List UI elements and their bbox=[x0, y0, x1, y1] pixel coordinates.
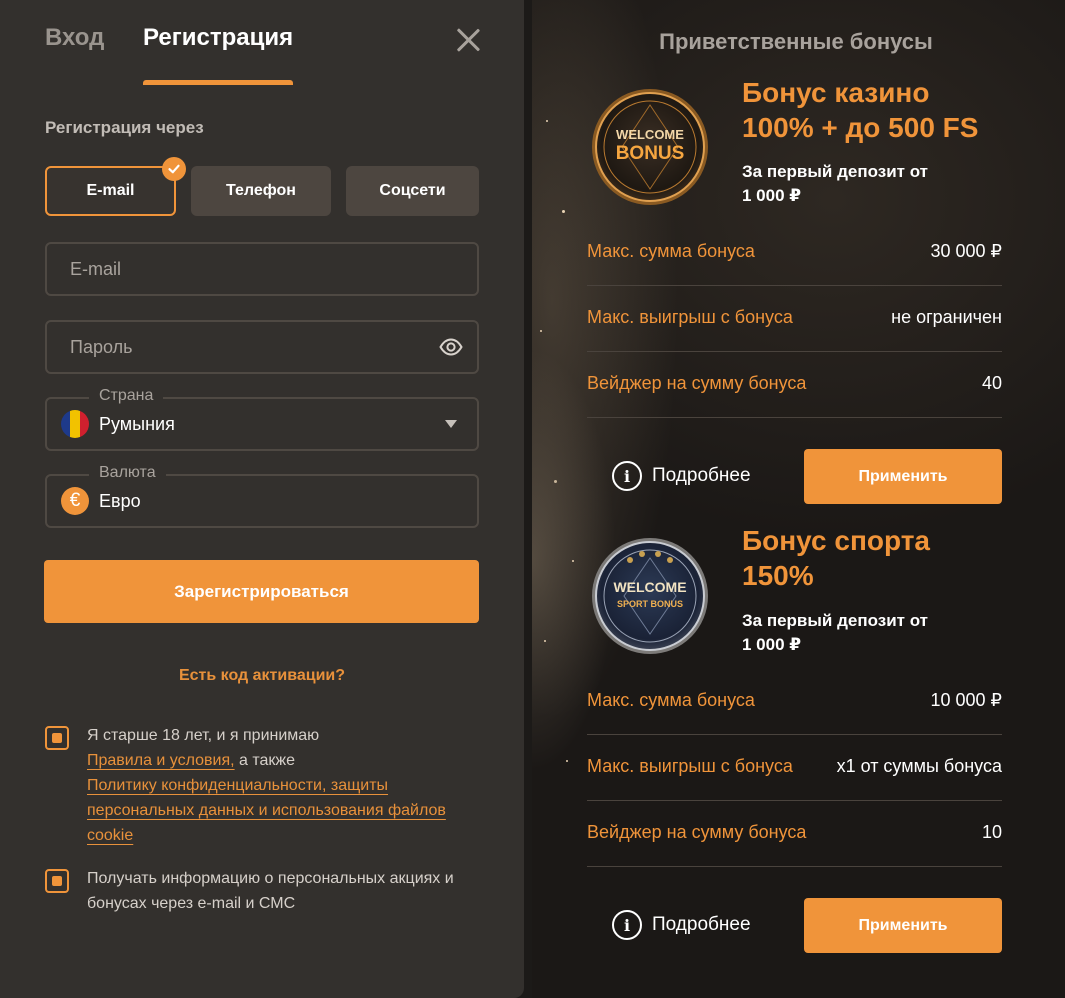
currency-label: Валюта bbox=[89, 464, 166, 482]
activation-code-link[interactable]: Есть код активации? bbox=[0, 667, 524, 685]
age-consent-text: Я старше 18 лет, и я принимаю Правила и … bbox=[87, 723, 487, 848]
email-placeholder: E-mail bbox=[70, 259, 122, 279]
sport-row-max-bonus: Макс. сумма бонуса 10 000 ₽ bbox=[587, 669, 1002, 735]
row-label: Макс. сумма бонуса bbox=[587, 690, 755, 710]
casino-bonus-sub-line1: За первый депозит от bbox=[742, 162, 928, 181]
casino-bonus-title-line2: 100% + до 500 FS bbox=[742, 112, 979, 143]
casino-bonus-title-line1: Бонус казино bbox=[742, 77, 930, 108]
tab-login[interactable]: Вход bbox=[45, 24, 104, 52]
row-label: Вейджер на сумму бонуса bbox=[587, 373, 807, 393]
details-label: Подробнее bbox=[652, 465, 751, 486]
euro-icon: € bbox=[61, 487, 89, 515]
welcome-bonus-coin-icon: WELCOME BONUS bbox=[592, 89, 708, 205]
row-label: Макс. выигрыш с бонуса bbox=[587, 756, 793, 776]
sparkle-decoration bbox=[562, 210, 565, 213]
row-label: Макс. сумма бонуса bbox=[587, 241, 755, 261]
info-icon: i bbox=[612, 910, 642, 940]
sparkle-decoration bbox=[554, 480, 557, 483]
sport-details-link[interactable]: i Подробнее bbox=[612, 910, 751, 940]
sport-bonus-sub-line2: 1 000 ₽ bbox=[742, 635, 802, 654]
sport-apply-button[interactable]: Применить bbox=[804, 898, 1002, 953]
marketing-consent-text: Получать информацию о персональных акция… bbox=[87, 870, 454, 912]
row-label: Макс. выигрыш с бонуса bbox=[587, 307, 793, 327]
coin-text-line2: SPORT BONUS bbox=[617, 599, 683, 609]
checkmark-icon bbox=[162, 157, 186, 181]
bonuses-title: Приветственные бонусы bbox=[659, 29, 933, 54]
registration-panel: Вход Регистрация Регистрация через E-mai… bbox=[0, 0, 524, 998]
age-text: Я старше 18 лет, и я принимаю bbox=[87, 727, 320, 744]
casino-bonus-subtitle: За первый депозит от 1 000 ₽ bbox=[742, 160, 928, 208]
tab-register[interactable]: Регистрация bbox=[143, 24, 293, 52]
coin-text-line2: BONUS bbox=[616, 143, 685, 164]
age-consent-checkbox[interactable] bbox=[45, 726, 69, 750]
active-tab-indicator bbox=[143, 80, 293, 85]
sport-row-wager: Вейджер на сумму бонуса 10 bbox=[587, 801, 1002, 867]
sport-row-max-win: Макс. выигрыш с бонуса x1 от суммы бонус… bbox=[587, 735, 1002, 801]
currency-select[interactable]: Валюта € Евро bbox=[45, 464, 479, 528]
sparkle-decoration bbox=[540, 330, 542, 332]
country-value: Румыния bbox=[99, 414, 175, 434]
row-value: x1 от суммы бонуса bbox=[836, 756, 1002, 776]
coin-text-line1: WELCOME bbox=[616, 127, 684, 142]
romania-flag-icon bbox=[61, 410, 89, 438]
marketing-consent-checkbox[interactable] bbox=[45, 869, 69, 893]
coin-text-line1: WELCOME bbox=[613, 579, 686, 595]
details-label: Подробнее bbox=[652, 914, 751, 935]
row-value: 40 bbox=[981, 373, 1002, 393]
email-field[interactable]: E-mail bbox=[45, 242, 479, 296]
sparkle-decoration bbox=[546, 120, 548, 122]
row-value: 10 000 ₽ bbox=[930, 690, 1002, 710]
casino-details-link[interactable]: i Подробнее bbox=[612, 461, 751, 491]
eye-icon[interactable] bbox=[439, 337, 463, 362]
sport-bonus-title-line2: 150% bbox=[742, 560, 814, 591]
info-icon: i bbox=[612, 461, 642, 491]
bonuses-panel: Приветственные бонусы WELCOME BONUS Бону… bbox=[532, 0, 1065, 998]
sport-bonus-sub-line1: За первый депозит от bbox=[742, 611, 928, 630]
sparkle-decoration bbox=[566, 760, 568, 762]
sparkle-decoration bbox=[572, 560, 574, 562]
close-icon[interactable] bbox=[455, 27, 481, 53]
casino-row-max-win: Макс. выигрыш с бонуса не ограничен bbox=[587, 286, 1002, 352]
password-placeholder: Пароль bbox=[70, 337, 133, 357]
sport-bonus-title: Бонус спорта 150% bbox=[742, 523, 930, 593]
row-label: Вейджер на сумму бонуса bbox=[587, 822, 807, 842]
privacy-policy-link[interactable]: Политику конфиденциальности, защиты перс… bbox=[87, 777, 446, 844]
sport-bonus-title-line1: Бонус спорта bbox=[742, 525, 930, 556]
row-value: 10 bbox=[981, 822, 1002, 842]
method-phone-button[interactable]: Телефон bbox=[191, 166, 331, 216]
casino-row-max-bonus: Макс. сумма бонуса 30 000 ₽ bbox=[587, 220, 1002, 286]
sport-bonus-subtitle: За первый депозит от 1 000 ₽ bbox=[742, 609, 928, 657]
password-field[interactable]: Пароль bbox=[45, 320, 479, 374]
chevron-down-icon bbox=[445, 420, 457, 428]
method-email-button[interactable]: E-mail bbox=[45, 166, 176, 216]
currency-value: Евро bbox=[99, 491, 141, 511]
country-label: Страна bbox=[89, 387, 164, 405]
method-social-button[interactable]: Соцсети bbox=[346, 166, 479, 216]
row-value: не ограничен bbox=[891, 307, 1002, 327]
casino-row-wager: Вейджер на сумму бонуса 40 bbox=[587, 352, 1002, 418]
welcome-sport-bonus-coin-icon: WELCOME SPORT BONUS bbox=[592, 538, 708, 654]
row-value: 30 000 ₽ bbox=[930, 241, 1002, 261]
casino-bonus-sub-line2: 1 000 ₽ bbox=[742, 186, 802, 205]
sparkle-decoration bbox=[544, 640, 546, 642]
country-select[interactable]: Страна Румыния bbox=[45, 387, 479, 451]
casino-bonus-title: Бонус казино 100% + до 500 FS bbox=[742, 75, 978, 145]
casino-apply-button[interactable]: Применить bbox=[804, 449, 1002, 504]
register-via-label: Регистрация через bbox=[45, 118, 204, 137]
rules-link[interactable]: Правила и условия, bbox=[87, 752, 235, 769]
also-text: а также bbox=[239, 752, 296, 769]
register-button[interactable]: Зарегистрироваться bbox=[44, 560, 479, 623]
